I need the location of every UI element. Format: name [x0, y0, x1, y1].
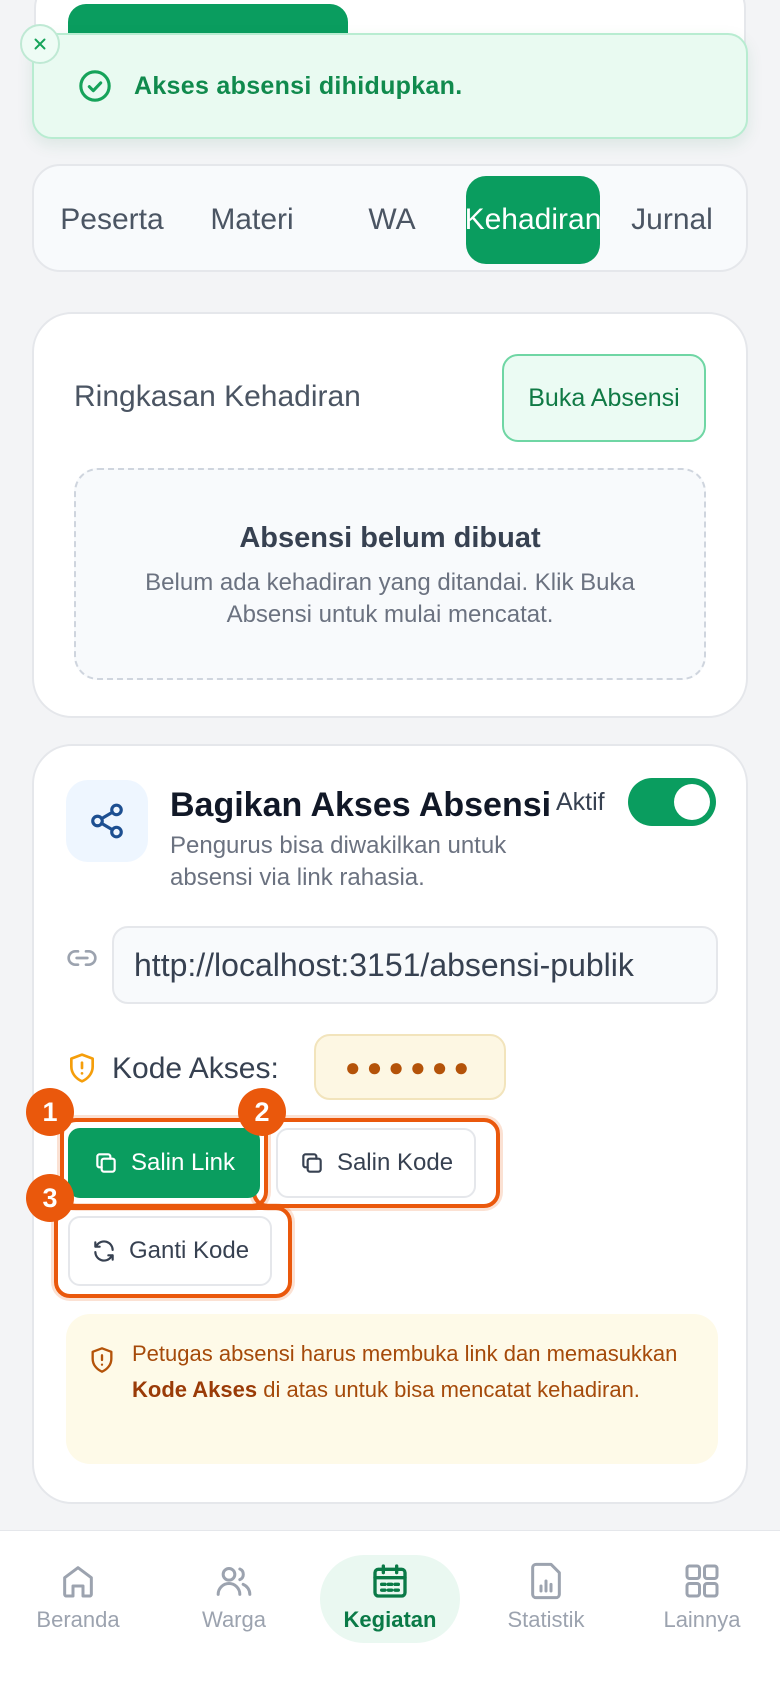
shield-alert-icon [66, 1052, 98, 1089]
change-code-label: Ganti Kode [128, 1237, 250, 1264]
home-icon [58, 1561, 98, 1601]
step-badge-3: 3 [26, 1174, 74, 1222]
tab-bar: Peserta Materi WA Kehadiran Jurnal [32, 164, 748, 272]
empty-state: Absensi belum dibuat Belum ada kehadiran… [74, 468, 706, 680]
copy-code-label: Salin Kode [336, 1149, 454, 1176]
info-text-bold: Kode Akses [132, 1377, 258, 1402]
tab-jurnal[interactable]: Jurnal [608, 176, 736, 264]
access-code-value: ●●●●●● [314, 1034, 506, 1100]
empty-state-description: Belum ada kehadiran yang ditandai. Klik … [145, 569, 635, 628]
nav-item-lainnya[interactable]: Lainnya [632, 1561, 772, 1661]
info-text-post: di atas untuk bisa mencatat kehadiran. [257, 1377, 640, 1402]
tab-kehadiran[interactable]: Kehadiran [465, 176, 601, 264]
step-badge-1: 1 [26, 1088, 74, 1136]
nav-label: Warga [202, 1607, 266, 1632]
calendar-icon [370, 1561, 410, 1601]
summary-title: Ringkasan Kehadiran [74, 380, 361, 413]
toast-message: Akses absensi dihidupkan. [134, 71, 463, 100]
share-access-card: Bagikan Akses Absensi Pengurus bisa diwa… [26, 744, 748, 1504]
change-code-button[interactable]: Ganti Kode [68, 1216, 272, 1286]
copy-link-label: Salin Link [130, 1149, 236, 1176]
chart-file-icon [526, 1561, 566, 1601]
attendance-summary-card: Ringkasan Kehadiran Buka Absensi Absensi… [32, 312, 748, 718]
copy-icon [299, 1150, 325, 1176]
toggle-knob [674, 784, 710, 820]
access-toggle[interactable] [628, 778, 716, 826]
link-icon [66, 942, 98, 979]
nav-item-warga[interactable]: Warga [164, 1561, 304, 1661]
info-text-pre: Petugas absensi harus membuka link dan m… [132, 1341, 678, 1366]
grid-icon [682, 1561, 722, 1601]
nav-label: Lainnya [663, 1607, 741, 1632]
tab-peserta[interactable]: Peserta [48, 176, 176, 264]
share-url-text: http://localhost:3151/absensi-publik [134, 946, 634, 983]
step-badge-2: 2 [238, 1088, 286, 1136]
bottom-navigation: Beranda Warga Kegiatan Statistik Lainnya [0, 1530, 780, 1688]
tab-wa[interactable]: WA [328, 176, 456, 264]
nav-label: Kegiatan [343, 1607, 437, 1632]
nav-label: Statistik [507, 1607, 585, 1632]
nav-item-beranda[interactable]: Beranda [8, 1561, 148, 1661]
toggle-label: Aktif [556, 788, 605, 816]
users-icon [214, 1561, 254, 1601]
close-icon[interactable] [20, 24, 60, 64]
empty-state-title: Absensi belum dibuat [239, 522, 541, 554]
toast-notification: Akses absensi dihidupkan. [32, 33, 748, 139]
refresh-icon [91, 1238, 117, 1264]
info-notice: Petugas absensi harus membuka link dan m… [66, 1314, 718, 1464]
copy-icon [93, 1150, 119, 1176]
share-title: Bagikan Akses Absensi [170, 786, 552, 824]
shield-alert-icon [88, 1346, 116, 1379]
share-url-field[interactable]: http://localhost:3151/absensi-publik [112, 926, 718, 1004]
share-icon [66, 780, 148, 862]
share-description: Pengurus bisa diwakilkan untuk absensi v… [170, 832, 507, 891]
copy-link-button[interactable]: Salin Link [68, 1128, 260, 1198]
nav-label: Beranda [36, 1607, 120, 1632]
open-attendance-button[interactable]: Buka Absensi [502, 354, 706, 442]
copy-code-button[interactable]: Salin Kode [276, 1128, 476, 1198]
info-notice-text: Petugas absensi harus membuka link dan m… [132, 1336, 692, 1408]
access-code-label: Kode Akses: [112, 1052, 279, 1085]
tab-materi[interactable]: Materi [188, 176, 316, 264]
nav-item-kegiatan[interactable]: Kegiatan [320, 1561, 460, 1661]
check-circle-icon [78, 69, 112, 103]
nav-item-statistik[interactable]: Statistik [476, 1561, 616, 1661]
